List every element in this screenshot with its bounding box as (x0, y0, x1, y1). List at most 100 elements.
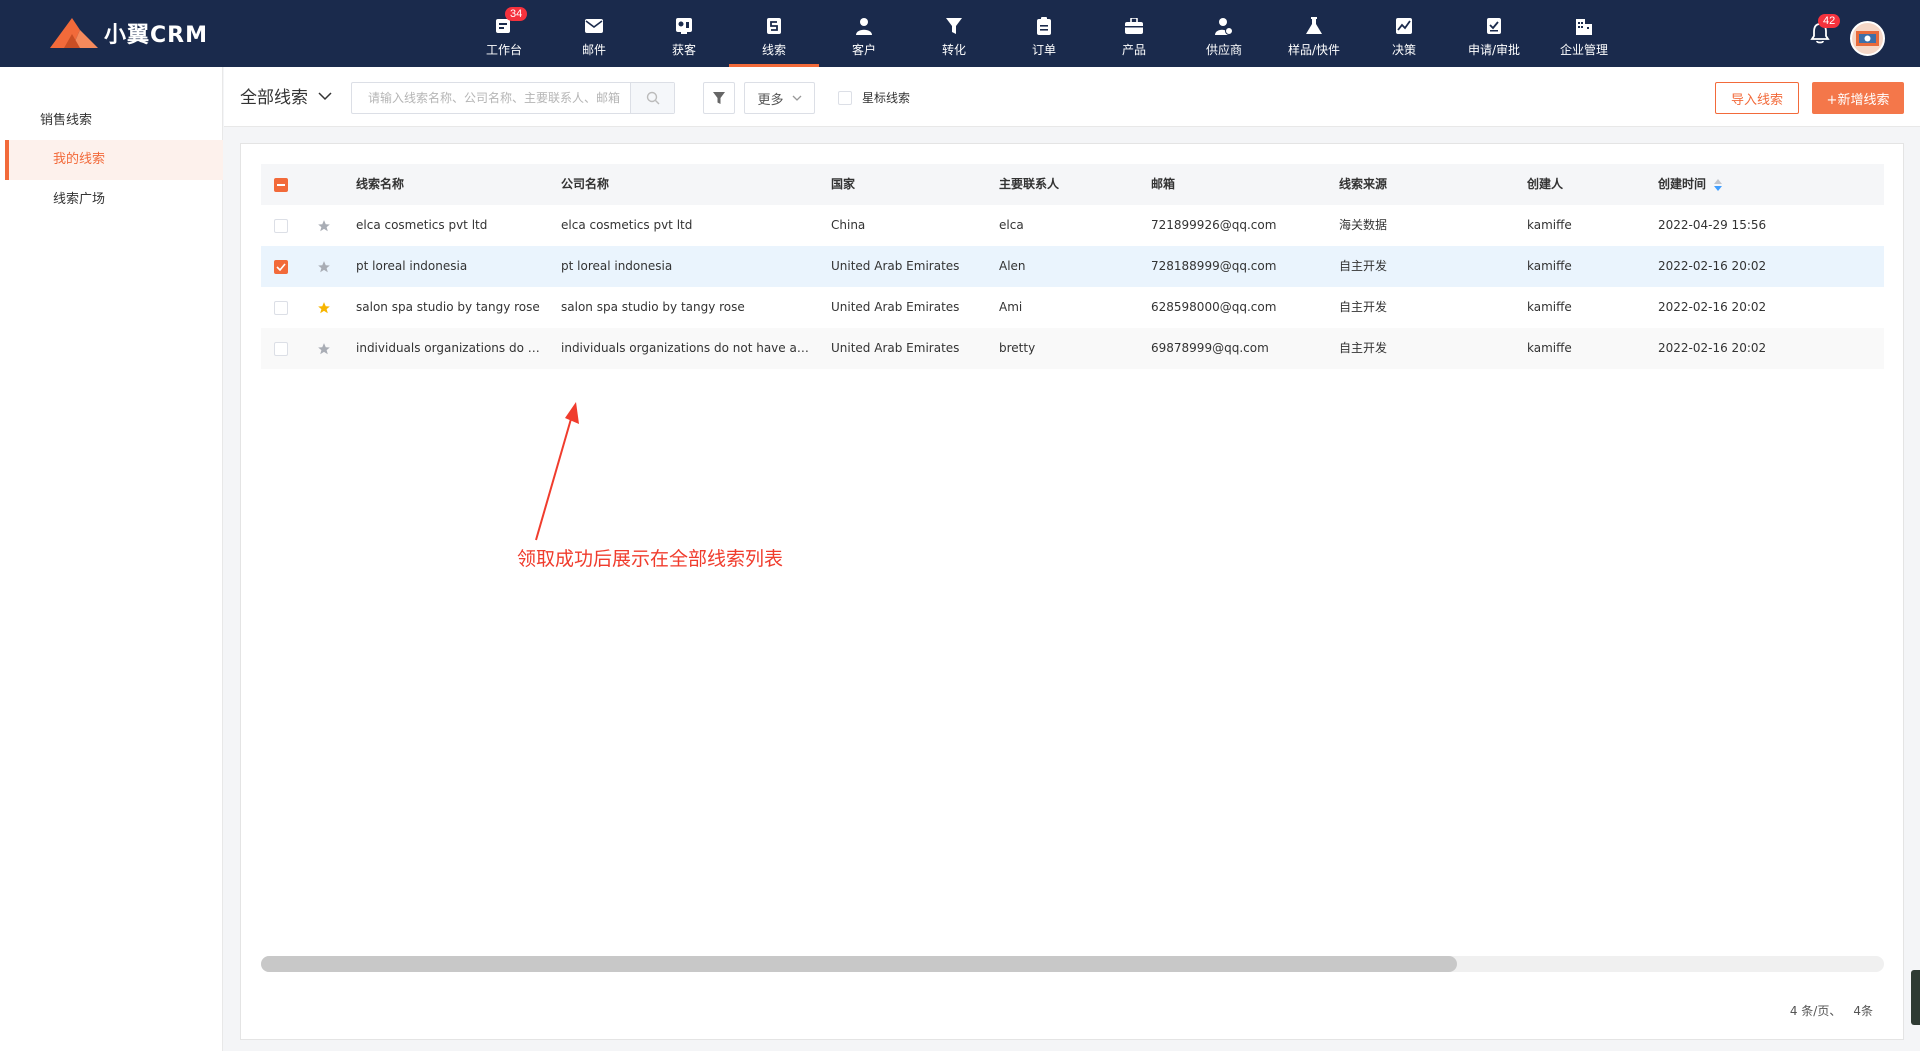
nav-mail[interactable]: 邮件 (549, 0, 639, 67)
star-filter[interactable]: 星标线索 (838, 89, 910, 106)
add-lead-button[interactable]: +新增线索 (1812, 82, 1904, 114)
search-input[interactable] (352, 83, 630, 113)
nav-acquire[interactable]: 获客 (639, 0, 729, 67)
email: 69878999@qq.com (1151, 341, 1269, 355)
star-filter-checkbox[interactable] (838, 90, 852, 105)
nav-leads[interactable]: 线索 (729, 0, 819, 67)
sidebar-heading: 销售线索 (40, 113, 93, 128)
side-drawer-tab[interactable] (1911, 970, 1920, 1025)
star-cell (317, 287, 333, 328)
col-lead-name[interactable]: 线索名称 (356, 164, 541, 205)
nav-customer[interactable]: 客户 (819, 0, 909, 67)
star-icon[interactable] (317, 301, 331, 315)
notification-bell[interactable]: 42 (1810, 14, 1841, 46)
scrollbar-thumb[interactable] (261, 956, 1457, 972)
sort-icon[interactable] (1714, 178, 1723, 191)
nav-label: 客户 (851, 43, 876, 57)
nav-samples[interactable]: 样品/快件 (1269, 0, 1359, 67)
sidebar-item-my-leads[interactable]: 我的线索 (5, 140, 223, 180)
row-checkbox[interactable] (274, 218, 288, 233)
main-nav: 34 工作台 邮件 获客 线索 客户 转化 订单 产品 供应商 样品/快件 决策… (459, 0, 1629, 67)
col-country[interactable]: 国家 (831, 164, 981, 205)
country: United Arab Emirates (831, 259, 960, 273)
table-row[interactable]: salon spa studio by tangy rose salon spa… (261, 287, 1884, 328)
import-leads-button[interactable]: 导入线索 (1715, 82, 1799, 114)
logo[interactable]: 小翼CRM (50, 15, 208, 51)
dashboard-badge: 34 (505, 7, 528, 21)
chart-icon (1393, 15, 1415, 37)
lead-name[interactable]: individuals organizations do not have a … (356, 328, 541, 369)
row-checkbox-cell (274, 287, 290, 328)
logo-icon (50, 18, 98, 48)
nav-order[interactable]: 订单 (999, 0, 1089, 67)
col-contact[interactable]: 主要联系人 (999, 164, 1119, 205)
nav-conversion[interactable]: 转化 (909, 0, 999, 67)
col-creator[interactable]: 创建人 (1527, 164, 1627, 205)
horizontal-scrollbar[interactable] (261, 956, 1884, 972)
email: 728188999@qq.com (1151, 259, 1277, 273)
avatar[interactable] (1850, 21, 1885, 56)
funnel-icon (943, 15, 965, 37)
lead-name[interactable]: pt loreal indonesia (356, 246, 541, 287)
table-row[interactable]: pt loreal indonesia pt loreal indonesia … (261, 246, 1884, 287)
created-time: 2022-04-29 15:56 (1658, 218, 1767, 232)
created-time: 2022-02-16 20:02 (1658, 259, 1767, 273)
mail-icon (583, 15, 605, 37)
nav-dashboard[interactable]: 34 工作台 (459, 0, 549, 67)
annotation-text: 领取成功后展示在全部线索列表 (517, 548, 784, 570)
total-count: 4条 (1853, 1004, 1873, 1018)
col-created[interactable]: 创建时间 (1658, 164, 1858, 205)
table-row[interactable]: individuals organizations do not have a … (261, 328, 1884, 369)
filter-icon (713, 92, 725, 104)
more-label: 更多 (757, 92, 784, 108)
source: 海关数据 (1339, 218, 1388, 232)
search-button[interactable] (630, 83, 674, 113)
nav-label: 线索 (761, 43, 786, 57)
country: United Arab Emirates (831, 300, 960, 314)
flask-icon (1303, 15, 1325, 37)
row-checkbox-cell (274, 205, 290, 246)
filter-button[interactable] (703, 82, 735, 114)
more-dropdown[interactable]: 更多 (744, 82, 815, 114)
company-name: salon spa studio by tangy rose (561, 300, 745, 314)
created-time: 2022-02-16 20:02 (1658, 300, 1767, 314)
scope-dropdown[interactable]: 全部线索 (240, 83, 332, 108)
country: United Arab Emirates (831, 341, 960, 355)
star-cell (317, 205, 333, 246)
star-cell (317, 328, 333, 369)
leads-icon (763, 15, 785, 37)
nav-supplier[interactable]: 供应商 (1179, 0, 1269, 67)
star-icon[interactable] (317, 260, 331, 274)
sidebar-item-leads-square[interactable]: 线索广场 (5, 180, 223, 220)
row-checkbox[interactable] (274, 259, 288, 274)
star-cell (317, 246, 333, 287)
select-all-checkbox[interactable] (274, 177, 288, 192)
supplier-icon (1213, 15, 1235, 37)
nav-approval[interactable]: 申请/审批 (1449, 0, 1539, 67)
lead-name[interactable]: elca cosmetics pvt ltd (356, 205, 541, 246)
col-email[interactable]: 邮箱 (1151, 164, 1351, 205)
nav-label: 申请/审批 (1467, 43, 1521, 57)
nav-product[interactable]: 产品 (1089, 0, 1179, 67)
nav-label: 订单 (1031, 43, 1056, 57)
source: 自主开发 (1339, 259, 1388, 273)
star-icon[interactable] (317, 219, 331, 233)
nav-enterprise[interactable]: 企业管理 (1539, 0, 1629, 67)
lead-name[interactable]: salon spa studio by tangy rose (356, 287, 541, 328)
source: 自主开发 (1339, 341, 1388, 355)
table-row[interactable]: elca cosmetics pvt ltd elca cosmetics pv… (261, 205, 1884, 246)
row-checkbox[interactable] (274, 341, 288, 356)
star-icon[interactable] (317, 342, 331, 356)
page-size[interactable]: 4 条/页、 (1790, 1002, 1842, 1019)
notification-badge: 42 (1818, 14, 1841, 28)
row-checkbox-cell (274, 328, 290, 369)
row-checkbox[interactable] (274, 300, 288, 315)
created-time: 2022-02-16 20:02 (1658, 341, 1767, 355)
col-company[interactable]: 公司名称 (561, 164, 811, 205)
contact: Ami (999, 300, 1023, 314)
nav-label: 产品 (1121, 43, 1146, 57)
search-icon (646, 91, 659, 105)
col-source[interactable]: 线索来源 (1339, 164, 1489, 205)
col-created-label: 创建时间 (1658, 177, 1707, 191)
nav-decision[interactable]: 决策 (1359, 0, 1449, 67)
